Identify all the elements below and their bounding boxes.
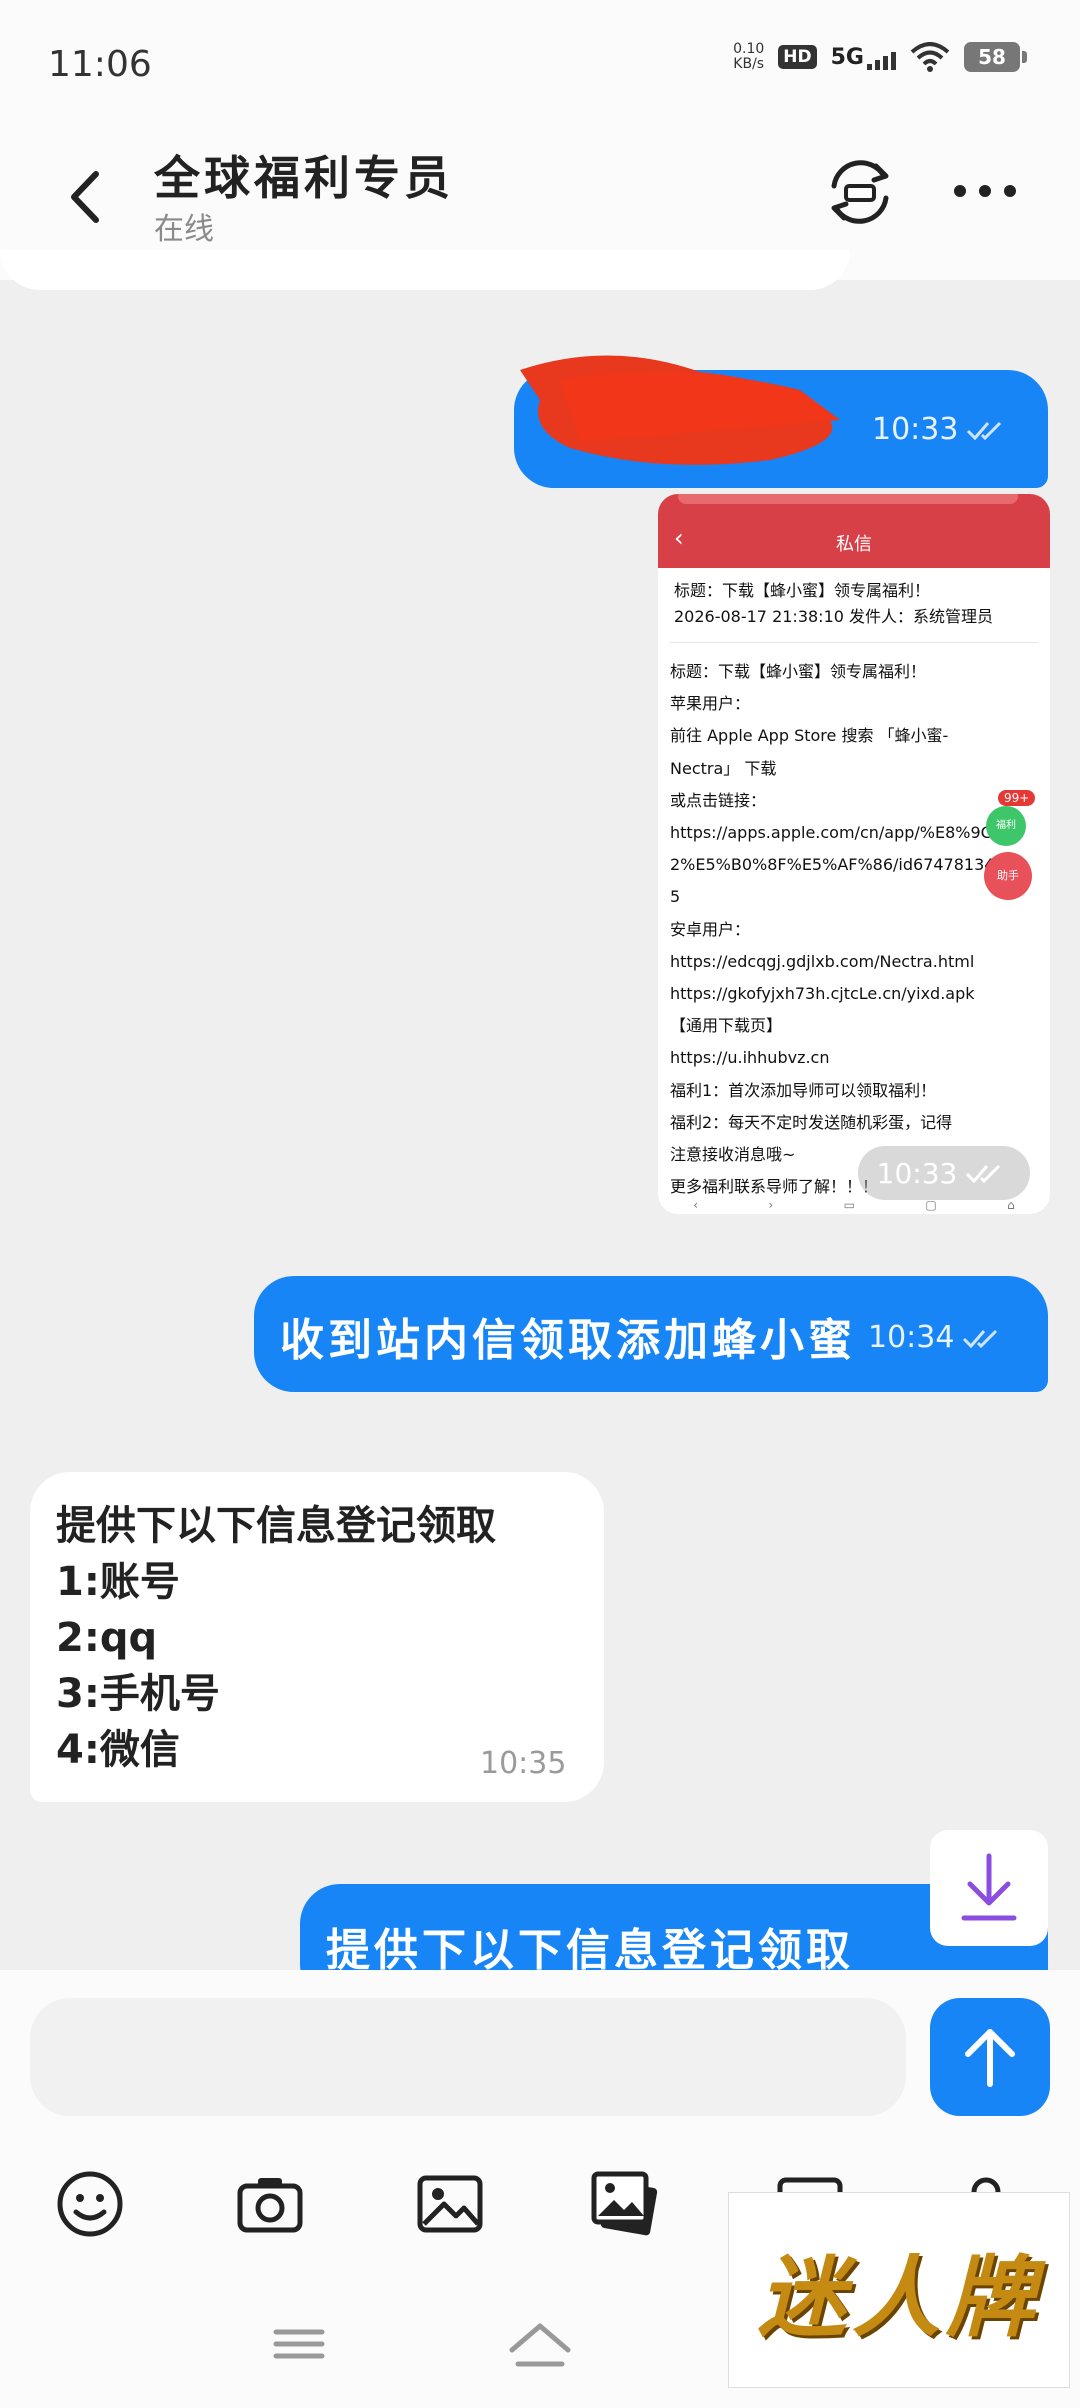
status-bar: 11:06 0.10 KB/s HD 5G 58 — [0, 0, 1080, 120]
gallery-icon[interactable] — [590, 2168, 662, 2240]
read-ticks-icon — [967, 421, 1002, 440]
message-text: 提供下以下信息登记领取 — [326, 1925, 854, 1976]
previous-message-bubble[interactable] — [0, 250, 850, 290]
contact-name: 全球福利专员 — [154, 151, 454, 205]
message-text: 收到站内信领取添加蜂小蜜 — [280, 1315, 856, 1366]
screenshot-green-button: 福利 — [986, 806, 1026, 846]
message-time: 10:34 — [868, 1320, 955, 1355]
menu-icon[interactable] — [273, 2329, 325, 2359]
read-ticks-icon — [966, 1164, 1001, 1184]
image-icon[interactable] — [414, 2168, 486, 2240]
scroll-to-bottom-button[interactable] — [930, 1830, 1048, 1946]
unread-badge: 99+ — [998, 790, 1036, 806]
network-speed: 0.10 KB/s — [733, 41, 765, 72]
image-message[interactable]: ‹ 私信 标题：下载【蜂小蜜】领专属福利！ 2026-08-17 21:38:1… — [658, 494, 1050, 1214]
message-text: 提供下以下信息登记领取 1:账号 2:qq 3:手机号 4:微信 — [56, 1503, 496, 1773]
hd-badge: HD — [778, 45, 817, 69]
status-indicators: 0.10 KB/s HD 5G 58 — [733, 41, 1027, 72]
more-options-icon[interactable] — [950, 176, 1020, 206]
status-time: 11:06 — [48, 44, 152, 85]
screenshot-title: 私信 — [836, 534, 872, 555]
signal-icon: 5G — [831, 45, 896, 70]
read-ticks-icon — [963, 1329, 998, 1348]
back-arrow-icon[interactable] — [56, 162, 116, 232]
message-time: 10:35 — [480, 1746, 567, 1781]
contact-status: 在线 — [154, 212, 214, 247]
chat-screen: 11:06 0.10 KB/s HD 5G 58 全球福利专员 在线 10:33… — [0, 0, 1080, 2408]
camera-icon[interactable] — [234, 2168, 306, 2240]
image-time-overlay: 10:33 — [858, 1146, 1030, 1200]
message-input[interactable] — [30, 1998, 906, 2116]
outgoing-message[interactable]: 收到站内信领取添加蜂小蜜 10:34 — [254, 1276, 1048, 1392]
download-arrow-icon — [961, 1853, 1017, 1921]
screenshot-nav-bar: ‹ › ▭ ▢ ⌂ — [693, 1198, 1015, 1212]
sync-icon[interactable] — [820, 152, 900, 232]
battery-icon: 58 — [964, 42, 1027, 72]
send-button[interactable] — [930, 1998, 1050, 2116]
screenshot-red-button: 助手 — [984, 852, 1032, 900]
arrow-up-icon — [965, 2029, 1015, 2087]
watermark-logo: 迷人牌 — [728, 2192, 1070, 2388]
incoming-message[interactable]: 提供下以下信息登记领取 1:账号 2:qq 3:手机号 4:微信 10:35 — [30, 1472, 604, 1802]
redaction-scribble — [520, 355, 840, 465]
home-icon[interactable] — [509, 2323, 571, 2367]
screenshot-body: 标题：下载【蜂小蜜】领专属福利！ 苹果用户： 前往 Apple App Stor… — [670, 662, 1018, 1197]
wifi-icon — [910, 42, 950, 72]
screenshot-header-info: 标题：下载【蜂小蜜】领专属福利！ 2026-08-17 21:38:10 发件人… — [674, 581, 994, 626]
emoji-icon[interactable] — [54, 2168, 126, 2240]
